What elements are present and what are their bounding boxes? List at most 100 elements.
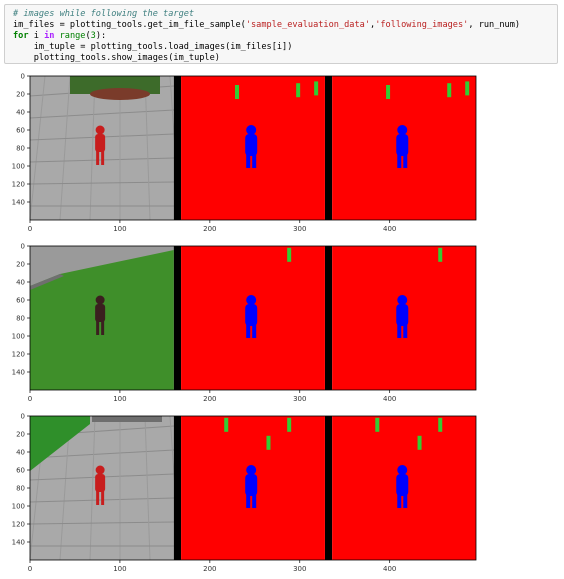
mask-other-person — [235, 85, 240, 99]
mask-other-person — [465, 81, 470, 96]
code-token: ): — [95, 31, 107, 41]
y-tick-label: 120 — [12, 351, 25, 359]
planter — [90, 88, 150, 100]
code-line: plotting_tools.show_images(im_tuple) — [13, 53, 520, 64]
code-token: im_files = plotting_tools.get_im_file_sa… — [13, 20, 246, 30]
y-tick-label: 60 — [16, 467, 25, 475]
target-leg — [96, 491, 100, 505]
mask-other-person — [296, 83, 301, 98]
target-leg — [101, 151, 105, 165]
mask-target-body — [245, 304, 258, 326]
y-tick-label: 80 — [16, 315, 25, 323]
x-tick-label: 400 — [383, 225, 396, 233]
target-leg — [101, 491, 105, 505]
mask-target-head — [246, 465, 257, 475]
x-tick-label: 100 — [113, 395, 126, 403]
camera-image — [29, 415, 181, 561]
mask-target-body — [396, 134, 409, 156]
code-token: im_tuple = plotting_tools.load_images(im… — [13, 42, 293, 52]
panel-separator — [324, 416, 333, 560]
x-tick-label: 0 — [28, 395, 32, 403]
distant-wall — [92, 416, 162, 422]
mask-other-person — [447, 83, 452, 98]
y-tick-label: 80 — [16, 145, 25, 153]
panel-separator — [324, 76, 333, 220]
target-head — [95, 465, 105, 475]
x-tick-label: 0 — [28, 225, 32, 233]
x-tick-label: 200 — [203, 225, 216, 233]
prediction-mask — [332, 76, 476, 220]
mask-other-person — [417, 435, 422, 450]
code-line: # images while following the target — [13, 9, 520, 20]
y-tick-label: 120 — [12, 521, 25, 529]
code-token: plotting_tools.show_images(im_tuple) — [13, 53, 220, 63]
mask-target-leg — [246, 494, 251, 508]
target-body — [95, 134, 106, 152]
camera-image — [30, 246, 174, 390]
y-tick-label: 100 — [12, 163, 25, 171]
image-panel-3: 0 20 40 60 80 100 120 140 0 100 200 300 400 — [12, 413, 477, 573]
y-tick-label: 80 — [16, 485, 25, 493]
x-tick-label: 200 — [203, 395, 216, 403]
x-tick-label: 0 — [28, 565, 32, 573]
code-token: range — [59, 31, 86, 41]
image-panel-1: 0 20 40 60 80 100 120 140 0 100 200 300 400 — [12, 73, 477, 233]
target-leg — [101, 321, 105, 335]
y-tick-label: 20 — [16, 261, 25, 269]
code-line: for i in range(3): — [13, 31, 520, 42]
y-tick-label: 0 — [21, 413, 25, 421]
ground-truth-mask — [181, 76, 325, 220]
y-tick-label: 140 — [12, 539, 25, 547]
panel-separator — [324, 246, 333, 390]
x-tick-label: 400 — [383, 395, 396, 403]
ground-truth-mask — [181, 416, 325, 560]
mask-target-body — [245, 134, 258, 156]
panel-separator — [173, 246, 182, 390]
y-tick-label: 0 — [21, 73, 25, 81]
target-head — [95, 295, 105, 305]
y-tick-label: 140 — [12, 369, 25, 377]
y-tick-label: 100 — [12, 503, 25, 511]
y-tick-label: 20 — [16, 91, 25, 99]
mask-other-person — [287, 247, 292, 262]
mask-target-body — [245, 474, 258, 496]
mask-other-person — [438, 247, 443, 262]
mask-target-leg — [397, 494, 402, 508]
y-tick-label: 40 — [16, 109, 25, 117]
panel-separator — [173, 76, 182, 220]
y-tick-label: 20 — [16, 431, 25, 439]
mask-target-leg — [246, 324, 251, 338]
mask-target-head — [246, 125, 257, 135]
x-tick-label: 300 — [293, 225, 306, 233]
mask-target-leg — [403, 324, 408, 338]
image-panel-2: 0 20 40 60 80 100 120 140 0 100 200 300 400 — [12, 243, 477, 403]
output-plots: 0 20 40 60 80 100 120 140 0 100 200 300 400 0 20 40 60 80… — [0, 66, 564, 575]
code-token: for — [13, 31, 29, 41]
mask-other-person — [266, 435, 271, 450]
mask-target-head — [397, 125, 408, 135]
prediction-mask — [332, 246, 476, 390]
target-head — [95, 125, 105, 135]
prediction-mask — [332, 416, 476, 560]
panel-separator — [173, 416, 182, 560]
mask-other-person — [287, 417, 292, 432]
code-token: 'sample_evaluation_data' — [245, 20, 371, 30]
code-cell[interactable]: # images while following the target im_fi… — [4, 4, 558, 64]
y-tick-label: 40 — [16, 449, 25, 457]
y-tick-label: 100 — [12, 333, 25, 341]
mask-target-leg — [246, 154, 251, 168]
target-body — [95, 304, 106, 322]
x-tick-label: 300 — [293, 395, 306, 403]
mask-target-leg — [403, 494, 408, 508]
x-tick-label: 100 — [113, 565, 126, 573]
code-token: # images while following the target — [13, 9, 195, 19]
x-tick-label: 200 — [203, 565, 216, 573]
code-editor[interactable]: # images while following the target im_fi… — [13, 9, 520, 64]
mask-target-leg — [252, 494, 257, 508]
mask-other-person — [224, 417, 229, 432]
mask-target-leg — [252, 154, 257, 168]
code-token: in — [44, 31, 55, 41]
y-tick-label: 140 — [12, 199, 25, 207]
target-leg — [96, 151, 100, 165]
mask-target-head — [397, 295, 408, 305]
